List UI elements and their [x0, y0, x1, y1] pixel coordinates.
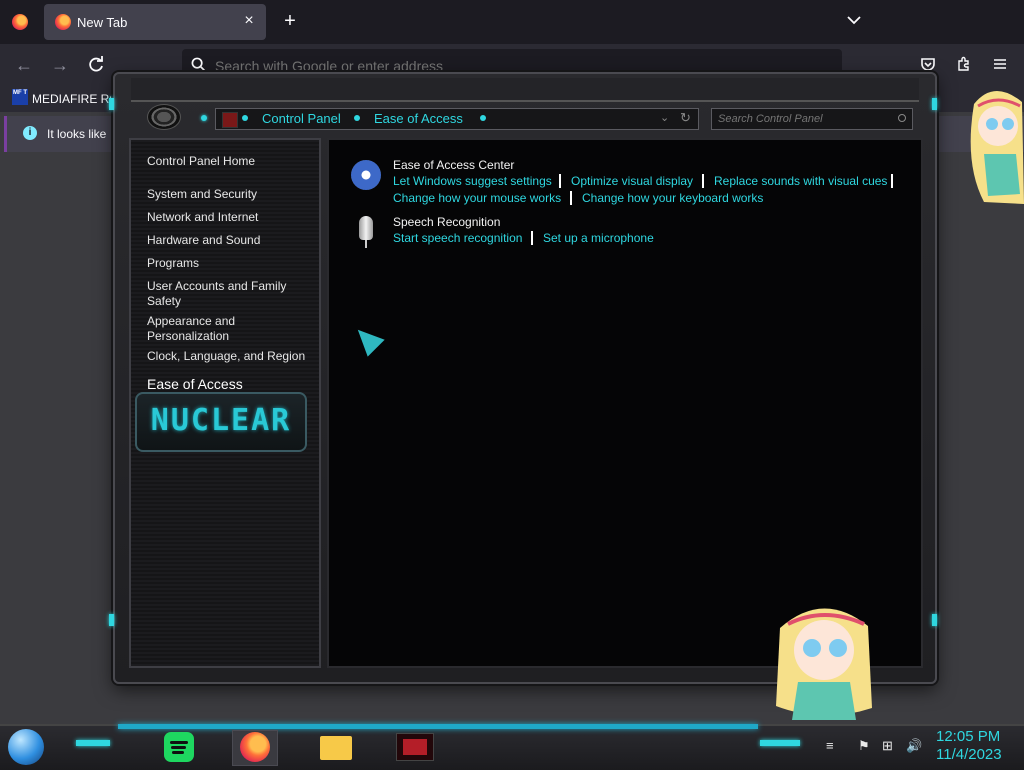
back-arrow-icon[interactable]: ← [14, 55, 34, 75]
bookmark-favicon: MF T [12, 89, 28, 105]
nav-dot-icon [201, 115, 207, 121]
spotify-wave [172, 751, 184, 754]
forward-arrow-icon[interactable]: → [50, 55, 70, 75]
taskbar [0, 724, 1024, 770]
chevron-down-icon[interactable] [846, 12, 862, 28]
cp-content-pane: Ease of Access Center Let Windows sugges… [327, 138, 923, 668]
show-hidden-icons-icon[interactable]: ≡ [826, 738, 834, 753]
tab-close-icon[interactable]: × [240, 12, 258, 30]
sidebar-item-hardware-sound[interactable]: Hardware and Sound [147, 233, 307, 248]
tab-title: New Tab [77, 15, 128, 30]
control-panel-taskbar-icon[interactable] [396, 733, 434, 761]
firefox-icon [240, 732, 270, 762]
sidebar-item-network-internet[interactable]: Network and Internet [147, 210, 307, 225]
cp-address-bar[interactable]: Control Panel Ease of Access ⌄ ↻ [215, 108, 699, 130]
clock-date: 11/4/2023 [936, 746, 1002, 763]
taskbar-accent [118, 724, 758, 729]
link-visual-cues[interactable]: Replace sounds with visual cues [714, 174, 887, 188]
bookmark-mediafire[interactable]: MEDIAFIRE RO [32, 92, 119, 106]
sidebar-item-user-accounts[interactable]: User Accounts and Family Safety [147, 279, 297, 309]
link-keyboard[interactable]: Change how your keyboard works [582, 191, 763, 205]
search-icon [191, 57, 206, 72]
frame-accent-left [109, 98, 114, 110]
link-separator [891, 174, 893, 188]
refresh-icon[interactable]: ↻ [680, 110, 691, 126]
link-separator [531, 231, 533, 245]
link-separator [570, 191, 572, 205]
file-explorer-icon[interactable] [320, 736, 352, 760]
firefox-icon [55, 14, 71, 30]
reload-icon[interactable] [86, 55, 106, 75]
address-dropdown-icon[interactable]: ⌄ [660, 111, 669, 124]
cp-search-input[interactable] [718, 112, 888, 126]
ease-of-access-icon [351, 160, 381, 190]
frame-accent-bottom-right [932, 614, 937, 626]
character-sticker-icon [776, 608, 872, 720]
category-title[interactable]: Speech Recognition [393, 215, 500, 229]
sidebar-item-home[interactable]: Control Panel Home [147, 154, 307, 169]
link-separator [559, 174, 561, 188]
notification-text: It looks like [47, 127, 107, 141]
start-orb-icon[interactable] [8, 729, 44, 765]
character-sticker-icon [970, 90, 1024, 204]
cp-sidebar: Control Panel Home System and Security N… [129, 138, 321, 668]
breadcrumb-control-panel[interactable]: Control Panel [262, 111, 341, 126]
tab-new-tab[interactable]: New Tab × [44, 4, 266, 40]
mouse-cursor-icon [349, 321, 385, 357]
menu-icon[interactable] [992, 56, 1008, 72]
control-panel-icon [222, 112, 238, 128]
microphone-icon [359, 216, 373, 240]
spotify-wave [170, 741, 188, 744]
sidebar-item-ease-of-access[interactable]: Ease of Access [147, 376, 243, 392]
sidebar-item-clock-region[interactable]: Clock, Language, and Region [147, 349, 307, 364]
window-title-strip[interactable] [131, 78, 919, 102]
crumb-separator-icon [480, 115, 486, 121]
sidebar-item-appearance[interactable]: Appearance and Personalization [147, 314, 257, 344]
pocket-icon[interactable] [920, 56, 936, 72]
theme-logo-text: NUCLEAR [150, 403, 292, 438]
category-title[interactable]: Ease of Access Center [393, 158, 514, 172]
control-panel-window: Control Panel Ease of Access ⌄ ↻ Control… [109, 72, 937, 684]
theme-logo: NUCLEAR [135, 392, 307, 452]
control-panel-icon [403, 739, 427, 755]
frame-accent-right [932, 98, 937, 110]
cp-search-box[interactable] [711, 108, 913, 130]
link-start-speech[interactable]: Start speech recognition [393, 231, 522, 245]
breadcrumb-ease-of-access[interactable]: Ease of Access [374, 111, 463, 126]
frame-accent-bottom-left [109, 614, 114, 626]
taskbar-accent-right [760, 740, 800, 746]
browser-tab-bar: New Tab × + [0, 0, 1024, 44]
link-setup-microphone[interactable]: Set up a microphone [543, 231, 654, 245]
extensions-icon[interactable] [956, 56, 972, 72]
action-center-flag-icon[interactable]: ⚑ [858, 738, 870, 754]
network-icon[interactable]: ⊞ [882, 738, 893, 754]
clock-time: 12:05 PM [936, 728, 1001, 745]
firefox-view-icon[interactable] [12, 14, 28, 30]
volume-icon[interactable]: 🔊 [906, 738, 922, 754]
link-suggest-settings[interactable]: Let Windows suggest settings [393, 174, 552, 188]
spotify-wave [171, 746, 186, 749]
back-forward-orb-icon[interactable] [147, 104, 181, 130]
taskbar-accent-left [76, 740, 110, 746]
spotify-icon[interactable] [164, 732, 194, 762]
microphone-stand-icon [365, 240, 367, 248]
crumb-separator-icon [354, 115, 360, 121]
sidebar-item-programs[interactable]: Programs [147, 256, 307, 271]
info-icon: i [23, 126, 37, 140]
link-visual-display[interactable]: Optimize visual display [571, 174, 693, 188]
link-mouse[interactable]: Change how your mouse works [393, 191, 561, 205]
link-separator [702, 174, 704, 188]
taskbar-clock[interactable]: 12:05 PM 11/4/2023 [936, 728, 1016, 764]
sidebar-item-system-security[interactable]: System and Security [147, 187, 307, 202]
new-tab-button[interactable]: + [280, 11, 300, 31]
search-icon[interactable] [898, 114, 906, 122]
crumb-separator-icon [242, 115, 248, 121]
